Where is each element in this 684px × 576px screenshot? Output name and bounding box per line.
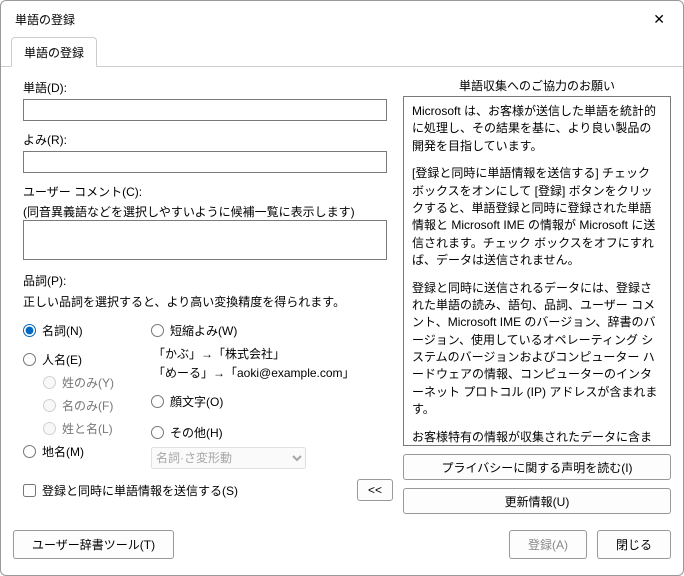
radio-other[interactable]: その他(H) <box>151 424 393 441</box>
pos-label: 品詞(P): <box>23 272 393 289</box>
word-input[interactable] <box>23 99 387 121</box>
radio-person[interactable]: 人名(E) <box>23 351 151 368</box>
radio-noun[interactable]: 名詞(N) <box>23 322 151 339</box>
reading-label: よみ(R): <box>23 131 393 148</box>
pos-hint: 正しい品詞を選択すると、より高い変換精度を得られます。 <box>23 293 393 310</box>
comment-hint: (同音異義語などを選択しやすいように候補一覧に表示します) <box>23 203 393 220</box>
info-p2: [登録と同時に単語情報を送信する] チェック ボックスをオンにして [登録] ボ… <box>412 165 662 269</box>
radio-place[interactable]: 地名(M) <box>23 443 151 460</box>
radio-face[interactable]: 顔文字(O) <box>151 393 393 410</box>
update-info-button[interactable]: 更新情報(U) <box>403 488 671 514</box>
reading-input[interactable] <box>23 151 387 173</box>
collapse-button[interactable]: << <box>357 479 393 501</box>
word-label: 単語(D): <box>23 79 393 96</box>
example-2: 「めーる」→「aoki@example.com」 <box>153 364 393 383</box>
radio-short-reading[interactable]: 短縮よみ(W) <box>151 322 393 339</box>
privacy-button[interactable]: プライバシーに関する声明を読む(I) <box>403 454 671 480</box>
close-button[interactable]: 閉じる <box>597 530 671 559</box>
radio-surname-given: 姓と名(L) <box>43 420 151 437</box>
radio-given-only: 名のみ(F) <box>43 397 151 414</box>
other-select[interactable]: 名詞·さ変形動 <box>151 447 306 469</box>
send-info-checkbox[interactable]: 登録と同時に単語情報を送信する(S) <box>23 482 238 499</box>
tab-word-register[interactable]: 単語の登録 <box>11 37 97 67</box>
user-dict-button[interactable]: ユーザー辞書ツール(T) <box>13 530 174 559</box>
example-1: 「かぶ」→「株式会社」 <box>153 345 393 364</box>
comment-input[interactable] <box>23 220 387 260</box>
info-p4: お客様特有の情報が収集されたデータに含まれることがあります。このような情報が存在… <box>412 429 662 446</box>
info-scrollbox[interactable]: Microsoft は、お客様が送信した単語を統計的に処理し、その結果を基に、よ… <box>403 96 671 446</box>
comment-label: ユーザー コメント(C): <box>23 183 393 200</box>
window-title: 単語の登録 <box>15 11 75 28</box>
close-icon[interactable]: ✕ <box>647 9 671 30</box>
register-button[interactable]: 登録(A) <box>509 530 587 559</box>
right-panel-title: 単語収集へのご協力のお願い <box>403 77 671 94</box>
info-p1: Microsoft は、お客様が送信した単語を統計的に処理し、その結果を基に、よ… <box>412 103 662 155</box>
info-p3: 登録と同時に送信されるデータには、登録された単語の読み、語句、品詞、ユーザー コ… <box>412 280 662 419</box>
radio-surname-only: 姓のみ(Y) <box>43 374 151 391</box>
